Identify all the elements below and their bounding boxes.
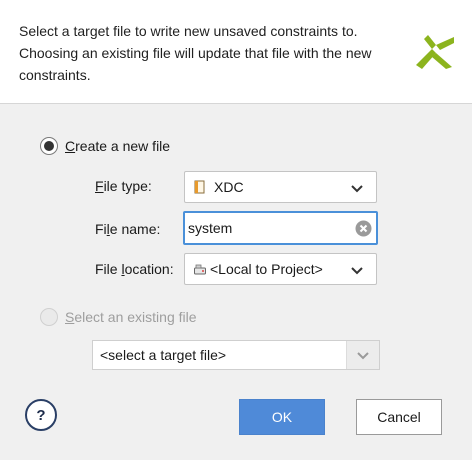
drive-icon — [194, 262, 206, 276]
create-new-file-label[interactable]: Create a new file — [65, 138, 170, 154]
header-line-3: constraints. — [19, 67, 91, 83]
select-existing-file-option[interactable]: Select an existing file — [40, 308, 197, 326]
chevron-down-icon[interactable] — [350, 263, 364, 277]
select-existing-file-radio[interactable] — [40, 308, 58, 326]
file-name-label: File name: — [95, 221, 161, 237]
file-location-label: File location: — [95, 261, 174, 277]
file-type-label: File type: — [95, 178, 152, 194]
existing-file-dropdown[interactable]: <select a target file> — [92, 340, 380, 370]
help-icon: ? — [36, 406, 46, 424]
file-icon — [194, 180, 206, 194]
file-type-dropdown[interactable]: XDC — [184, 171, 377, 203]
file-location-value: <Local to Project> — [210, 261, 323, 277]
file-location-dropdown[interactable]: <Local to Project> — [184, 253, 377, 285]
cancel-button[interactable]: Cancel — [356, 399, 442, 435]
create-new-file-option[interactable]: Create a new file — [40, 137, 170, 155]
header-line-2: Choosing an existing file will update th… — [19, 45, 372, 61]
file-name-input[interactable] — [188, 219, 353, 237]
file-type-value: XDC — [214, 179, 244, 195]
select-existing-file-label[interactable]: Select an existing file — [65, 309, 197, 325]
clear-icon[interactable] — [355, 220, 372, 237]
xilinx-logo-icon — [416, 35, 454, 69]
help-button[interactable]: ? — [25, 399, 57, 431]
existing-file-dropdown-arrow[interactable] — [346, 341, 379, 369]
header-description: Select a target file to write new unsave… — [19, 20, 399, 86]
chevron-down-icon[interactable] — [350, 181, 364, 195]
header-line-1: Select a target file to write new unsave… — [19, 23, 358, 39]
chevron-down-icon — [357, 352, 369, 360]
ok-button[interactable]: OK — [239, 399, 325, 435]
dialog-header: Select a target file to write new unsave… — [0, 0, 472, 104]
existing-file-value: <select a target file> — [100, 347, 227, 363]
file-name-field[interactable] — [183, 211, 378, 245]
create-new-file-radio[interactable] — [40, 137, 58, 155]
